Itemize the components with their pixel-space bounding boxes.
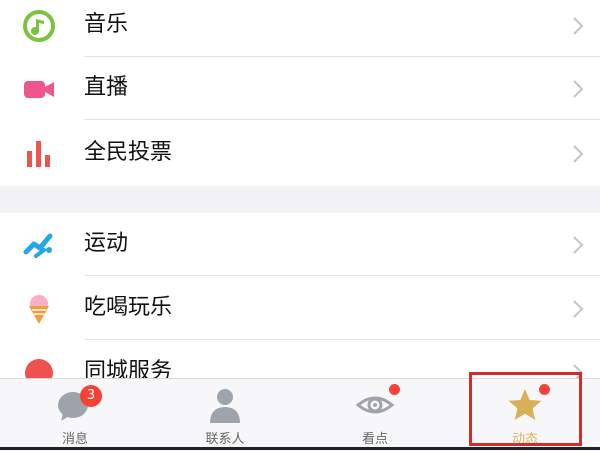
chevron-right-icon [573,145,584,163]
chevron-right-icon [573,236,584,254]
unread-count-badge: 3 [80,385,102,407]
menu-item-label: 直播 [84,75,129,100]
tab-discover[interactable]: 看点 [300,379,450,451]
menu-item-live[interactable]: 直播 [0,57,600,120]
chevron-right-icon [573,300,584,318]
divider [84,119,600,120]
tab-label: 联系人 [205,432,245,447]
highlight-box [469,372,582,446]
music-note-icon [22,9,56,43]
menu-item-label: 全民投票 [84,140,173,165]
divider [84,339,600,340]
tab-contacts[interactable]: 联系人 [150,379,300,451]
ice-cream-icon [22,292,56,326]
tab-label: 看点 [361,432,388,447]
video-camera-icon [22,72,56,106]
menu-item-food-fun[interactable]: 吃喝玩乐 [0,277,600,340]
menu-item-music[interactable]: 音乐 [0,0,600,57]
menu-item-label: 运动 [84,231,129,256]
menu-item-vote[interactable]: 全民投票 [0,122,600,185]
section-gap [0,186,600,213]
bar-chart-icon [22,137,56,171]
menu-item-label: 吃喝玩乐 [84,295,173,320]
divider [84,275,600,276]
notification-dot [389,384,400,395]
chevron-right-icon [573,17,584,35]
menu-item-label: 音乐 [84,12,129,37]
chevron-right-icon [573,80,584,98]
contact-person-icon [205,385,245,425]
menu-item-sports[interactable]: 运动 [0,213,600,276]
tab-messages[interactable]: 3 消息 [0,379,150,451]
tab-label: 消息 [61,432,88,447]
running-person-icon [22,228,56,262]
